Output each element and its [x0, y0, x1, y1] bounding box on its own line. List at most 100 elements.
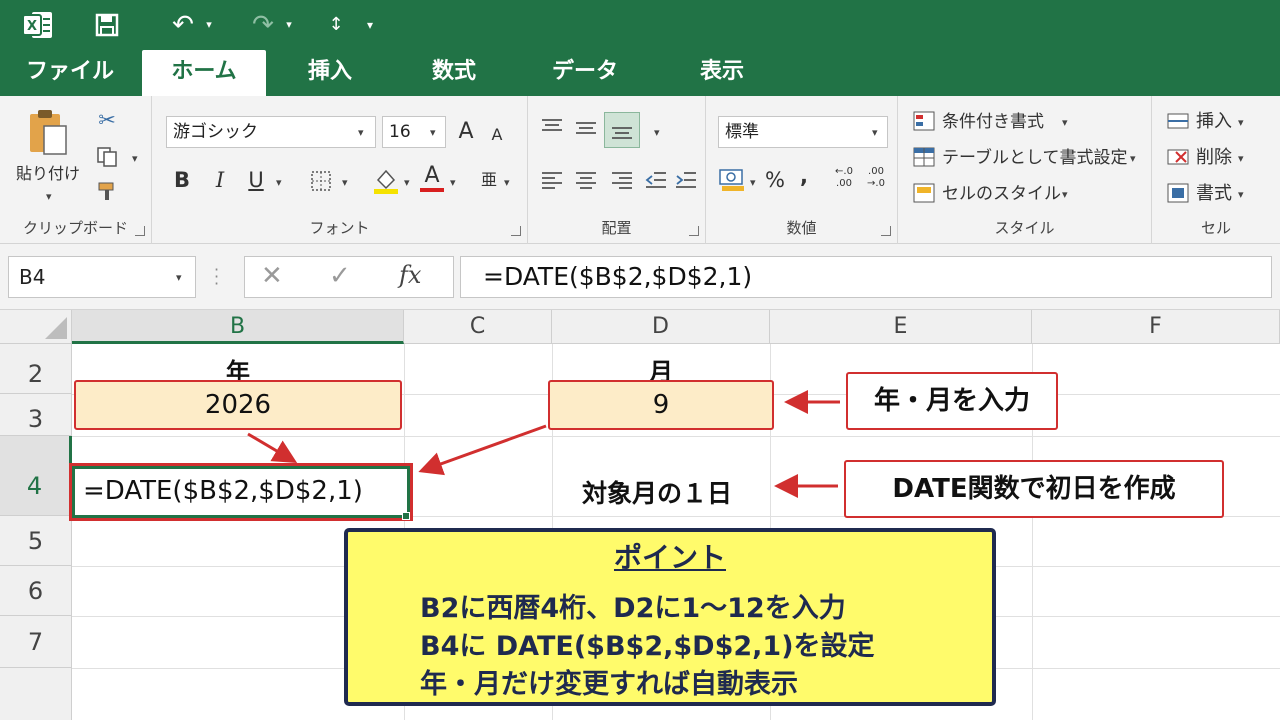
tab-home[interactable]: ホーム [142, 50, 266, 96]
align-center-icon[interactable] [574, 168, 598, 192]
paste-icon[interactable] [26, 108, 70, 158]
fill-color-dropdown-icon[interactable]: ▾ [404, 176, 410, 189]
increase-indent-icon[interactable] [674, 168, 698, 192]
align-right-icon[interactable] [610, 168, 634, 192]
font-name-dropdown-icon: ▾ [358, 126, 364, 139]
cell-b3[interactable]: 2026 [74, 380, 402, 430]
tab-data[interactable]: データ [530, 50, 640, 96]
copy-dropdown-icon[interactable]: ▾ [132, 152, 138, 165]
column-header-f[interactable]: F [1032, 310, 1280, 344]
cell-d4[interactable]: 対象月の１日 [548, 474, 766, 510]
save-icon[interactable] [95, 13, 119, 37]
font-color-dropdown-icon[interactable]: ▾ [450, 176, 456, 189]
orientation-dropdown-icon[interactable]: ▾ [654, 126, 660, 139]
redo-dropdown-icon[interactable]: ▾ [282, 10, 296, 40]
clipboard-launcher-icon[interactable] [135, 226, 145, 236]
paste-button[interactable]: 貼り付け [16, 162, 80, 186]
copy-icon[interactable] [96, 146, 118, 168]
name-box-dropdown-icon[interactable]: ▾ [176, 271, 182, 284]
accounting-format-icon[interactable] [718, 166, 746, 192]
row-header-8[interactable] [0, 668, 72, 720]
row-header-6[interactable]: 6 [0, 566, 72, 616]
comma-style-button[interactable]: , [796, 164, 812, 188]
format-cells-button[interactable]: 書式 [1196, 182, 1232, 206]
point-note: ポイント B2に西暦4桁、D2に1～12を入力 B4に DATE($B$2,$D… [344, 528, 996, 706]
row-header-5[interactable]: 5 [0, 516, 72, 566]
cell-d3[interactable]: 9 [548, 380, 774, 430]
fill-handle[interactable] [402, 512, 410, 520]
column-header-c[interactable]: C [404, 310, 552, 344]
underline-dropdown-icon[interactable]: ▾ [276, 176, 282, 189]
format-as-table-button[interactable]: テーブルとして書式設定 [942, 146, 1127, 170]
underline-button[interactable]: U [244, 168, 268, 192]
decrease-decimal-icon[interactable]: .00 →.0 [864, 166, 888, 190]
row-header-3[interactable]: 3 [0, 394, 72, 436]
excel-logo-icon: X [22, 12, 52, 38]
number-format-select[interactable]: 標準 [718, 116, 888, 148]
cell-styles-button[interactable]: セルのスタイル [942, 182, 1061, 206]
phonetic-guide-icon[interactable]: 亜 [478, 168, 500, 192]
font-launcher-icon[interactable] [511, 226, 521, 236]
column-header-e[interactable]: E [770, 310, 1032, 344]
point-line-3: 年・月だけ変更すれば自動表示 [420, 669, 798, 700]
shrink-font-icon[interactable]: A [486, 123, 508, 147]
insert-cells-button[interactable]: 挿入 [1196, 110, 1232, 134]
number-format-dropdown-icon: ▾ [872, 126, 878, 139]
align-left-icon[interactable] [540, 168, 564, 192]
grow-font-icon[interactable]: A [454, 120, 478, 144]
font-color-icon[interactable]: A [420, 164, 444, 192]
italic-button[interactable]: I [208, 168, 232, 192]
increase-decimal-icon[interactable]: ←.0.00 [832, 166, 856, 190]
tab-file[interactable]: ファイル [10, 50, 130, 96]
paste-dropdown-icon[interactable]: ▾ [46, 190, 52, 203]
fill-color-icon[interactable] [372, 166, 400, 194]
cut-icon[interactable]: ✂ [94, 108, 120, 132]
undo-dropdown-icon[interactable]: ▾ [202, 10, 216, 40]
bold-button[interactable]: B [170, 168, 194, 192]
row-header-2[interactable]: 2 [0, 344, 72, 394]
phonetic-dropdown-icon[interactable]: ▾ [504, 176, 510, 189]
customize-qat-icon[interactable]: ▾ [360, 10, 380, 40]
tab-insert[interactable]: 挿入 [280, 50, 380, 96]
borders-dropdown-icon[interactable]: ▾ [342, 176, 348, 189]
percent-style-button[interactable]: % [764, 168, 786, 192]
formula-input[interactable]: =DATE($B$2,$D$2,1) [460, 256, 1272, 298]
accounting-dropdown-icon[interactable]: ▾ [750, 176, 756, 189]
conditional-formatting-button[interactable]: 条件付き書式 [942, 110, 1044, 134]
column-header-d[interactable]: D [552, 310, 770, 344]
callout-input: 年・月を入力 [846, 372, 1058, 430]
insert-function-button[interactable]: fx [399, 261, 421, 289]
undo-icon[interactable]: ↶ [168, 10, 198, 40]
name-box[interactable]: B4 [8, 256, 196, 298]
formula-bar-grip-icon[interactable]: · · · [214, 262, 219, 292]
tab-view[interactable]: 表示 [672, 50, 772, 96]
format-as-table-dropdown-icon: ▾ [1130, 152, 1136, 165]
select-all-corner[interactable] [0, 310, 72, 344]
decrease-indent-icon[interactable] [644, 168, 668, 192]
cell-styles-icon [913, 183, 935, 203]
column-header-b[interactable]: B [72, 310, 404, 344]
svg-text:X: X [27, 19, 37, 34]
font-name-select[interactable]: 游ゴシック [166, 116, 376, 148]
callout-date: DATE関数で初日を作成 [844, 460, 1224, 518]
row-header-7[interactable]: 7 [0, 616, 72, 668]
font-size-select[interactable]: 16 [382, 116, 446, 148]
enter-icon[interactable]: ✓ [329, 261, 351, 291]
delete-cells-button[interactable]: 削除 [1196, 146, 1232, 170]
group-label-styles: スタイル [994, 219, 1055, 237]
align-middle-icon[interactable] [574, 116, 598, 140]
cancel-icon[interactable]: ✕ [261, 261, 283, 291]
borders-icon[interactable] [310, 170, 332, 192]
align-top-icon[interactable] [540, 116, 564, 140]
formula-buttons: ✕ ✓ fx [244, 256, 454, 298]
format-painter-icon[interactable] [96, 180, 118, 202]
touch-mode-icon[interactable]: ↕ [324, 10, 348, 40]
row-header-4[interactable]: 4 [0, 436, 72, 516]
redo-icon[interactable]: ↷ [248, 10, 278, 40]
align-bottom-button[interactable] [604, 112, 640, 148]
format-as-table-icon [913, 147, 935, 167]
alignment-launcher-icon[interactable] [689, 226, 699, 236]
number-launcher-icon[interactable] [881, 226, 891, 236]
tab-formulas[interactable]: 数式 [404, 50, 504, 96]
cell-b4[interactable]: =DATE($B$2,$D$2,1) [69, 463, 413, 521]
